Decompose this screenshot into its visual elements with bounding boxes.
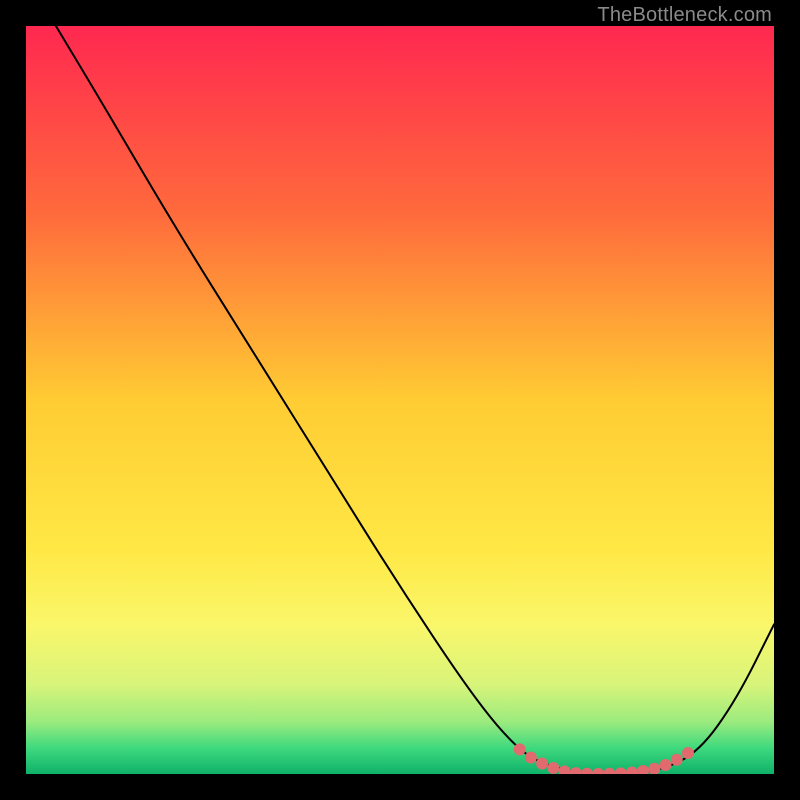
chart-frame: TheBottleneck.com — [0, 0, 800, 800]
watermark-text: TheBottleneck.com — [597, 4, 772, 27]
highlight-dot — [660, 759, 672, 771]
chart-svg — [26, 26, 774, 774]
highlight-dot — [536, 758, 548, 770]
highlight-dot — [514, 743, 526, 755]
plot-area — [26, 26, 774, 774]
highlight-dot — [671, 754, 683, 766]
highlight-dot — [547, 762, 559, 774]
highlight-dot — [525, 752, 537, 764]
gradient-background — [26, 26, 774, 774]
highlight-dot — [682, 747, 694, 759]
